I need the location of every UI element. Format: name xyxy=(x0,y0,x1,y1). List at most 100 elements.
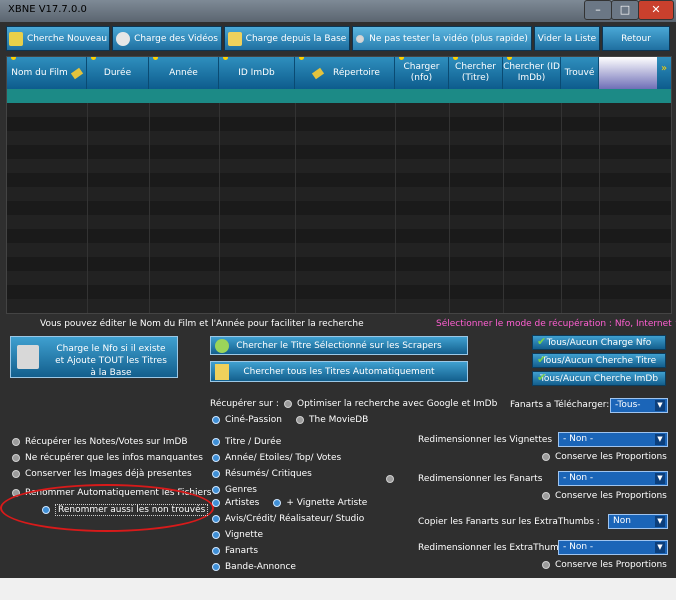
toggle-radio-icon xyxy=(356,34,365,43)
maximize-button[interactable]: □ xyxy=(611,0,639,20)
option-fanarts[interactable]: Fanarts xyxy=(212,546,367,562)
tous-charge-nfo-button[interactable]: ✔ Tous/Aucun Charge Nfo xyxy=(532,335,666,350)
radio-icon xyxy=(12,469,20,478)
conserve-extrathumbs[interactable]: Conserve les Proportions xyxy=(542,560,667,570)
column-marker-icon xyxy=(223,57,228,60)
option-renommer-non-trouves[interactable]: Renommer aussi les non trouvés xyxy=(42,504,209,516)
table-row[interactable] xyxy=(7,201,671,215)
document-icon xyxy=(17,345,39,369)
conserve-fanarts[interactable]: Conserve les Proportions xyxy=(542,491,667,501)
radio-icon xyxy=(212,469,220,478)
option-bande-annonce[interactable]: Bande-Annonce xyxy=(212,562,367,578)
radio-icon xyxy=(212,562,220,571)
option-annee-etoiles[interactable]: Année/ Etoiles/ Top/ Votes xyxy=(212,453,367,469)
chevron-down-icon: ▼ xyxy=(655,473,665,484)
table-row[interactable] xyxy=(7,271,671,285)
vider-liste-button[interactable]: Vider la Liste xyxy=(534,26,600,51)
column-marker-icon xyxy=(153,57,158,60)
redim-extrathumbs-label: Redimensionner les ExtraThumbs xyxy=(418,543,570,553)
option-vignette[interactable]: Vignette xyxy=(212,530,367,546)
middle-options: Titre / Durée Année/ Etoiles/ Top/ Votes… xyxy=(212,437,367,578)
window-title: XBNE V17.7.0.0 xyxy=(8,4,87,15)
option-notes-votes[interactable]: Récupérer les Notes/Votes sur ImDB xyxy=(12,437,211,453)
disc-icon xyxy=(116,31,131,46)
col-charger-nfo[interactable]: Charger (nfo) xyxy=(395,57,449,89)
minimize-button[interactable]: – xyxy=(584,0,612,20)
toolbar: Cherche Nouveau Charge des Vidéos Charge… xyxy=(6,26,670,52)
redim-vignettes-label: Redimensionner les Vignettes xyxy=(418,435,553,445)
radio-icon xyxy=(284,399,292,408)
redim-extrathumbs-select[interactable]: - Non - ▼ xyxy=(558,540,668,555)
radio-icon xyxy=(212,485,220,494)
table-row[interactable] xyxy=(7,285,671,299)
table-row[interactable] xyxy=(7,243,671,257)
conserve-vignettes[interactable]: Conserve les Proportions xyxy=(542,452,667,462)
chercher-titre-selectionne-button[interactable]: Chercher le Titre Sélectionné sur les Sc… xyxy=(210,336,468,355)
table-row[interactable] xyxy=(7,103,671,117)
table-row[interactable] xyxy=(7,131,671,145)
table-row[interactable] xyxy=(7,257,671,271)
chevron-down-icon: ▼ xyxy=(655,400,665,411)
key-icon xyxy=(311,67,325,79)
col-chercher-imdb[interactable]: Chercher (ID ImDb) xyxy=(503,57,561,89)
retour-button[interactable]: Retour xyxy=(602,26,670,51)
cine-passion-option[interactable]: Ciné-Passion xyxy=(212,415,282,425)
table-row[interactable] xyxy=(7,187,671,201)
search-icon xyxy=(8,31,23,46)
option-artistes[interactable]: Artistes + Vignette Artiste xyxy=(212,498,367,514)
option-genres[interactable]: Genres xyxy=(212,485,367,498)
tous-cherche-titre-button[interactable]: ✔ Tous/Aucun Cherche Titre xyxy=(532,353,666,368)
option-extra-radio[interactable] xyxy=(386,474,399,484)
charge-videos-button[interactable]: Charge des Vidéos xyxy=(112,26,222,51)
title-bar: XBNE V17.7.0.0 – □ ✕ xyxy=(0,0,676,22)
database-icon xyxy=(215,364,229,380)
table-row[interactable] xyxy=(7,173,671,187)
radio-icon xyxy=(212,453,220,462)
radio-icon xyxy=(542,491,550,500)
table-row[interactable] xyxy=(7,117,671,131)
column-marker-icon xyxy=(453,57,458,60)
charge-nfo-button[interactable]: Charge le Nfo si il existe et Ajoute TOU… xyxy=(10,336,178,378)
radio-icon xyxy=(212,514,220,523)
table-row[interactable] xyxy=(7,159,671,173)
col-nom-du-film[interactable]: Nom du Film xyxy=(7,57,87,89)
moviedb-option[interactable]: The MovieDB xyxy=(296,415,368,425)
fanarts-telecharger-label: Fanarts a Télécharger: xyxy=(510,400,610,410)
charge-base-button[interactable]: Charge depuis la Base xyxy=(224,26,350,51)
col-annee[interactable]: Année xyxy=(149,57,219,89)
chercher-tous-button[interactable]: Chercher tous les Titres Automatiquement xyxy=(210,361,468,382)
option-avis-credit[interactable]: Avis/Crédit/ Réalisateur/ Studio xyxy=(212,514,367,530)
optimiser-option[interactable]: Optimiser la recherche avec Google et Im… xyxy=(284,399,497,409)
movie-grid[interactable]: Nom du Film Durée Année ID ImDb Répertoi… xyxy=(6,56,672,314)
col-duree[interactable]: Durée xyxy=(87,57,149,89)
col-repertoire[interactable]: Répertoire xyxy=(295,57,395,89)
radio-icon xyxy=(542,452,550,461)
mode-hint: Sélectionner le mode de récupération : N… xyxy=(436,319,676,329)
option-infos-manquantes[interactable]: Ne récupérer que les infos manquantes xyxy=(12,453,211,469)
chevron-down-icon[interactable]: » xyxy=(657,63,671,77)
column-marker-icon xyxy=(507,57,512,60)
col-trouve[interactable]: Trouvé xyxy=(561,57,599,89)
radio-icon xyxy=(296,415,304,424)
option-resumes[interactable]: Résumés/ Critiques xyxy=(212,469,367,485)
table-row[interactable] xyxy=(7,145,671,159)
selected-row[interactable] xyxy=(7,89,671,103)
col-chercher-titre[interactable]: Chercher (Titre) xyxy=(449,57,503,89)
checkmark-icon: ✔ xyxy=(537,371,547,384)
radio-icon xyxy=(386,474,394,483)
ne-pas-tester-toggle[interactable]: Ne pas tester la vidéo (plus rapide) xyxy=(352,26,532,51)
table-row[interactable] xyxy=(7,299,671,313)
tous-cherche-imdb-button[interactable]: ✔ Tous/Aucun Cherche ImDb xyxy=(532,371,666,386)
cherche-nouveau-button[interactable]: Cherche Nouveau xyxy=(6,26,110,51)
table-row[interactable] xyxy=(7,229,671,243)
redim-vignettes-select[interactable]: - Non - ▼ xyxy=(558,432,668,447)
copier-fanarts-select[interactable]: Non ▼ xyxy=(608,514,668,529)
table-row[interactable] xyxy=(7,215,671,229)
option-titre-duree[interactable]: Titre / Durée xyxy=(212,437,367,453)
redim-fanarts-select[interactable]: - Non - ▼ xyxy=(558,471,668,486)
col-id-imdb[interactable]: ID ImDb xyxy=(219,57,295,89)
radio-icon xyxy=(212,498,220,507)
option-vignette-artiste[interactable]: + Vignette Artiste xyxy=(273,498,367,508)
fanarts-select[interactable]: -Tous- ▼ xyxy=(610,398,668,413)
close-button[interactable]: ✕ xyxy=(638,0,674,20)
